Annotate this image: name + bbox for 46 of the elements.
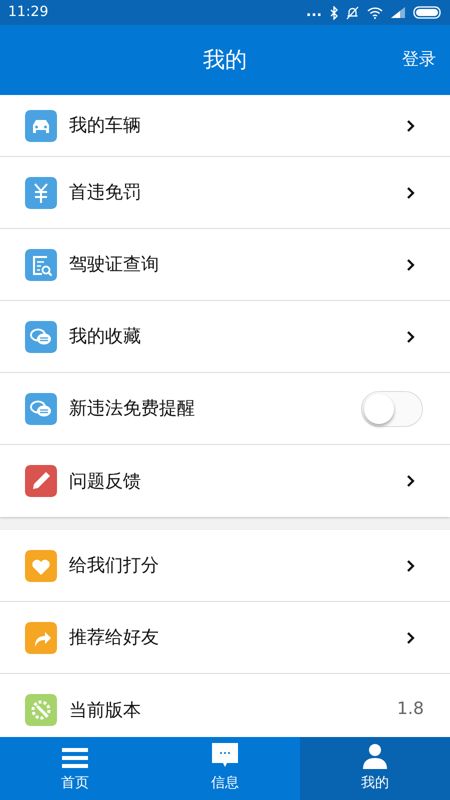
menu-row[interactable]: 我的收藏 (0, 301, 450, 373)
row-label: 我的收藏 (69, 325, 142, 349)
login-button[interactable]: 登录 (402, 47, 436, 73)
clock-text: 11:29 (8, 3, 48, 22)
chevron-right-icon (406, 258, 416, 272)
menu-row[interactable]: 新违法免费提醒 (0, 373, 450, 445)
pencil-icon (25, 465, 57, 497)
tab-button[interactable]: 我的 (300, 737, 450, 800)
user-icon (362, 743, 388, 769)
row-label: 问题反馈 (69, 470, 142, 494)
row-label: 驾驶证查询 (69, 253, 160, 277)
chevron-right-icon (406, 186, 416, 200)
wifi-icon (367, 6, 383, 18)
bell-muted-icon (346, 6, 359, 20)
chevron-right-icon (406, 558, 416, 572)
page-title: 我的 (203, 46, 247, 74)
menu-icon (62, 747, 88, 769)
row-label: 推荐给好友 (69, 626, 160, 650)
message-icon (212, 743, 238, 769)
row-label: 我的车辆 (69, 114, 142, 138)
chevron-right-icon (406, 330, 416, 344)
chat-bubbles-icon (25, 320, 57, 352)
gear-wrench-icon (25, 694, 57, 726)
chevron-right-icon (406, 118, 416, 132)
bluetooth-icon (330, 6, 338, 20)
battery-icon (413, 6, 442, 19)
version-value: 1.8 (396, 698, 424, 722)
menu-row[interactable]: 给我们打分 (0, 530, 450, 602)
row-label: 给我们打分 (69, 554, 160, 578)
car-icon (25, 110, 57, 142)
toggle-switch[interactable] (361, 390, 423, 426)
signal-icon (391, 7, 405, 18)
row-label: 当前版本 (69, 698, 142, 722)
menu-row[interactable]: 我的车辆 (0, 95, 450, 157)
row-label: 首违免罚 (69, 181, 142, 205)
menu-row[interactable]: 问题反馈 (0, 445, 450, 517)
row-label: 新违法免费提醒 (69, 397, 196, 421)
chat-bubbles-icon (25, 392, 57, 424)
menu-row[interactable]: 首违免罚 (0, 157, 450, 229)
menu-row[interactable]: 驾驶证查询 (0, 229, 450, 301)
yen-icon (25, 176, 57, 208)
menu-row[interactable]: 推荐给好友 (0, 602, 450, 674)
more-text: ... (306, 3, 322, 22)
chevron-right-icon (406, 630, 416, 644)
chevron-right-icon (406, 474, 416, 488)
document-search-icon (25, 248, 57, 280)
